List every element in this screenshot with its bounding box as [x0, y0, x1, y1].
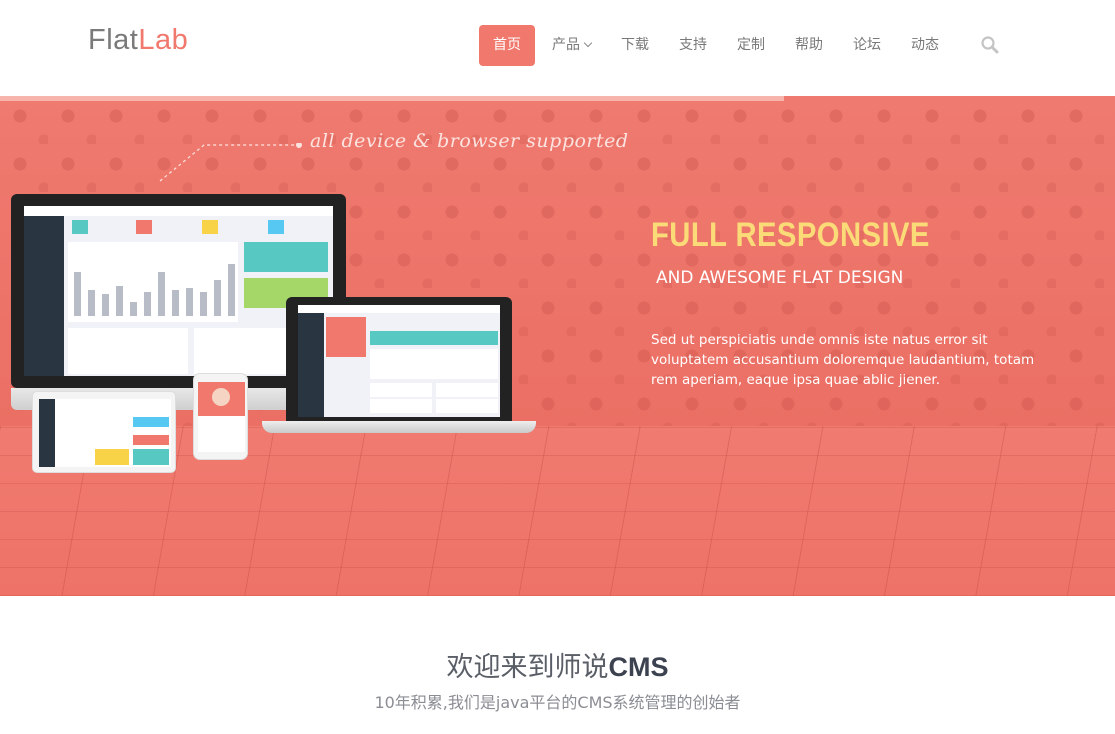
welcome-subtitle: 10年积累,我们是java平台的CMS系统管理的创始者 — [374, 693, 741, 712]
dashboard-sidebar-graphic — [24, 216, 64, 376]
nav-item-news[interactable]: 动态 — [896, 25, 954, 66]
laptop-device-image — [286, 297, 512, 421]
welcome-title-cms: CMS — [608, 652, 669, 682]
hero-tagline: all device & browser supported — [310, 130, 629, 152]
welcome-title-prefix: 欢迎来到师说 — [446, 652, 609, 683]
logo-part-flat: Flat — [88, 24, 139, 56]
main-nav: 首页 产品 下载 支持 定制 帮助 论坛 动态 — [479, 25, 954, 66]
tagline-pointer-line — [159, 143, 302, 182]
phone-device-image — [193, 373, 248, 460]
nav-item-help[interactable]: 帮助 — [780, 25, 838, 66]
hero-subtitle: AND AWESOME FLAT DESIGN — [656, 268, 904, 288]
logo[interactable]: FlatLab — [88, 24, 188, 57]
nav-item-products[interactable]: 产品 — [537, 25, 606, 66]
nav-item-custom[interactable]: 定制 — [722, 25, 780, 66]
welcome-section: 欢迎来到师说CMS 10年积累,我们是java平台的CMS系统管理的创始者 — [0, 596, 1115, 734]
site-header: FlatLab 首页 产品 下载 支持 定制 帮助 论坛 动态 — [0, 0, 1115, 96]
nav-item-home[interactable]: 首页 — [479, 25, 535, 66]
welcome-title: 欢迎来到师说CMS — [0, 645, 1115, 684]
logo-part-lab: Lab — [138, 24, 189, 56]
dashboard-bar-chart-graphic — [68, 242, 238, 322]
chevron-down-icon — [583, 38, 593, 48]
tablet-device-image — [32, 391, 176, 473]
laptop-base-graphic — [262, 421, 536, 433]
nav-item-products-label: 产品 — [552, 37, 580, 53]
nav-item-support[interactable]: 支持 — [664, 25, 722, 66]
nav-item-download[interactable]: 下载 — [606, 25, 664, 66]
hero-top-strip — [0, 96, 784, 101]
nav-item-forum[interactable]: 论坛 — [838, 25, 896, 66]
hero-description: Sed ut perspiciatis unde omnis iste natu… — [651, 332, 1035, 388]
search-icon[interactable] — [980, 35, 1000, 55]
hero-title: FULL RESPONSIVE — [651, 216, 930, 254]
hero-banner: all device & browser supported FULL RESP… — [0, 96, 1115, 596]
